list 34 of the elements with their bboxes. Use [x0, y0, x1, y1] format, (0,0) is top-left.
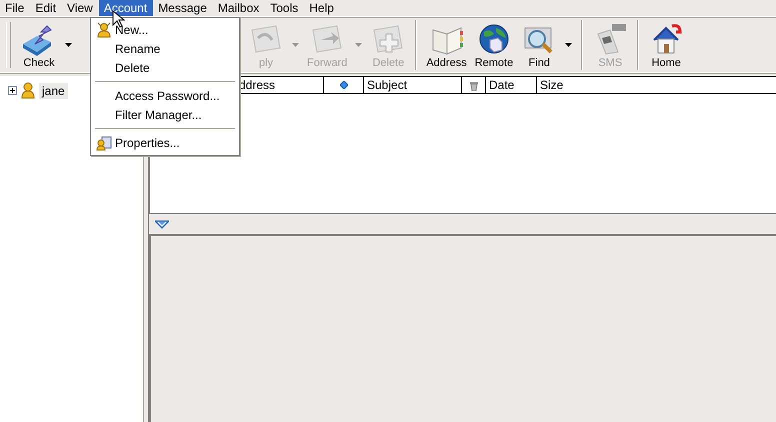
user-card-icon: [96, 134, 112, 150]
menu-item[interactable]: Delete: [93, 58, 237, 77]
account-label[interactable]: jane: [39, 82, 68, 98]
menu-item[interactable]: Mailbox: [212, 0, 266, 16]
menu-item[interactable]: Help: [304, 0, 340, 16]
menu-item[interactable]: Properties...: [93, 133, 237, 152]
menu-item[interactable]: Edit: [30, 0, 62, 16]
menu-item[interactable]: View: [62, 0, 99, 16]
column-header[interactable]: Subject: [364, 77, 462, 93]
menu-item[interactable]: Message: [153, 0, 213, 16]
caret-icon: [565, 43, 572, 47]
toolbar-button[interactable]: Remote: [470, 18, 518, 72]
menu-item[interactable]: New...: [93, 20, 237, 39]
menu-item[interactable]: Tools: [265, 0, 304, 16]
column-header[interactable]: Date: [486, 77, 537, 93]
menu-item[interactable]: Rename: [93, 39, 237, 58]
menu-item[interactable]: Access Password...: [93, 86, 237, 105]
menu-item[interactable]: Account: [98, 0, 154, 16]
menu-item[interactable]: Filter Manager...: [93, 105, 237, 124]
caret-icon: [292, 43, 299, 47]
toolbar-button[interactable]: Home: [644, 18, 688, 72]
caret-icon: [65, 43, 72, 47]
menu-item[interactable]: File: [0, 0, 30, 16]
user-icon: [96, 22, 112, 38]
caret-icon: [355, 43, 362, 47]
trash-icon: [468, 80, 478, 90]
toolbar-button[interactable]: Find: [517, 18, 562, 72]
toolbar-button[interactable]: Check: [17, 18, 61, 72]
user-icon: [21, 82, 35, 99]
expand-icon[interactable]: [8, 86, 17, 95]
chevron-down-icon[interactable]: [155, 220, 169, 228]
column-header[interactable]: Size: [537, 77, 776, 93]
toolbar-button[interactable]: Address: [422, 18, 471, 72]
diamond-icon: [340, 81, 348, 89]
